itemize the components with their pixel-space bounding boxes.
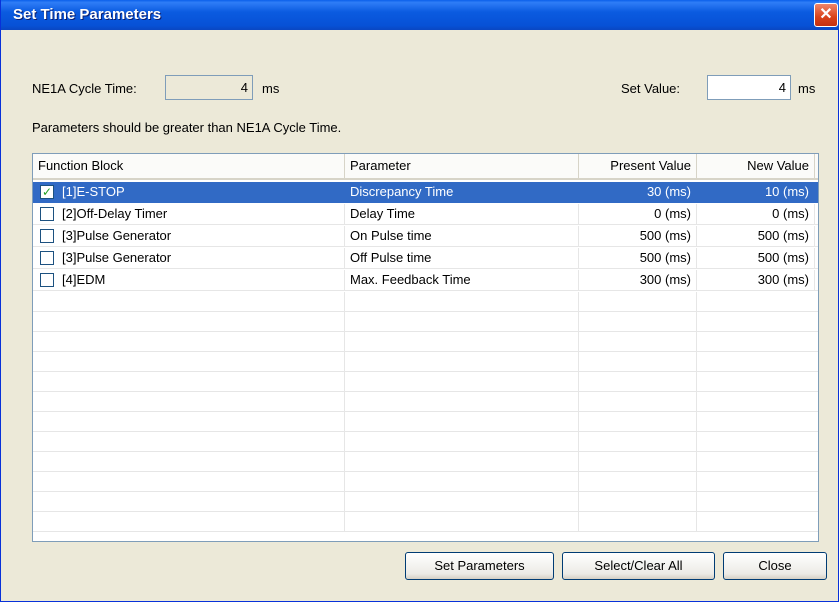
grid-divider (344, 492, 345, 512)
table-row[interactable]: [3]Pulse Generator On Pulse time 500 (ms… (33, 226, 818, 247)
function-block-cell: [3]Pulse Generator (33, 248, 345, 268)
parameter-table[interactable]: Function Block Parameter Present Value N… (32, 153, 819, 542)
dialog-window: Set Time Parameters ✕ NE1A Cycle Time: 4… (0, 0, 839, 602)
table-row[interactable]: [4]EDM Max. Feedback Time 300 (ms) 300 (… (33, 270, 818, 291)
grid-divider (578, 492, 579, 512)
title-bar[interactable]: Set Time Parameters ✕ (1, 0, 839, 30)
grid-divider (578, 292, 579, 312)
new-value-cell[interactable]: 300 (ms) (697, 270, 815, 290)
grid-divider (696, 472, 697, 492)
grid-divider (344, 452, 345, 472)
grid-divider (696, 492, 697, 512)
function-block-cell: [3]Pulse Generator (33, 226, 345, 246)
row-checkbox[interactable] (40, 207, 54, 221)
set-value-label: Set Value: (621, 81, 681, 96)
new-value-cell[interactable]: 500 (ms) (697, 226, 815, 246)
table-row[interactable]: [2]Off-Delay Timer Delay Time 0 (ms) 0 (… (33, 204, 818, 225)
grid-divider (578, 392, 579, 412)
grid-divider (578, 312, 579, 332)
column-header-present-value[interactable]: Present Value (579, 154, 697, 178)
grid-divider (696, 352, 697, 372)
present-value-cell: 500 (ms) (579, 226, 697, 246)
cycle-time-unit: ms (262, 81, 280, 96)
grid-divider (578, 512, 579, 532)
grid-divider (344, 332, 345, 352)
parameter-cell: Max. Feedback Time (345, 270, 579, 290)
empty-row (33, 412, 818, 432)
cycle-time-field: 4 (165, 75, 253, 100)
grid-divider (578, 352, 579, 372)
parameter-cell: Off Pulse time (345, 248, 579, 268)
column-header-parameter[interactable]: Parameter (345, 154, 579, 178)
grid-divider (696, 412, 697, 432)
grid-divider (578, 432, 579, 452)
parameter-cell: Delay Time (345, 204, 579, 224)
new-value-cell[interactable]: 10 (ms) (697, 182, 815, 202)
grid-divider (344, 512, 345, 532)
grid-divider (344, 432, 345, 452)
set-value-unit: ms (798, 81, 816, 96)
grid-divider (696, 332, 697, 352)
empty-row (33, 292, 818, 312)
grid-divider (578, 372, 579, 392)
empty-row (33, 472, 818, 492)
empty-row (33, 492, 818, 512)
function-block-cell: [4]EDM (33, 270, 345, 290)
grid-divider (344, 352, 345, 372)
close-icon[interactable]: ✕ (814, 3, 838, 27)
empty-row (33, 392, 818, 412)
set-parameters-button[interactable]: Set Parameters (405, 552, 554, 580)
empty-row (33, 312, 818, 332)
grid-divider (696, 512, 697, 532)
present-value-cell: 30 (ms) (579, 182, 697, 202)
function-block-cell: [2]Off-Delay Timer (33, 204, 345, 224)
parameter-cell: On Pulse time (345, 226, 579, 246)
present-value-cell: 300 (ms) (579, 270, 697, 290)
table-header: Function Block Parameter Present Value N… (33, 154, 818, 180)
empty-row (33, 372, 818, 392)
grid-divider (578, 412, 579, 432)
row-checkbox[interactable] (40, 229, 54, 243)
note-text: Parameters should be greater than NE1A C… (32, 120, 342, 135)
grid-divider (344, 412, 345, 432)
empty-row (33, 352, 818, 372)
set-value-input[interactable]: 4 (707, 75, 791, 100)
grid-divider (696, 432, 697, 452)
present-value-cell: 0 (ms) (579, 204, 697, 224)
cycle-time-label: NE1A Cycle Time: (32, 81, 137, 96)
dialog-title: Set Time Parameters (13, 6, 162, 23)
row-checkbox[interactable] (40, 273, 54, 287)
grid-divider (696, 392, 697, 412)
row-checkbox[interactable] (40, 251, 54, 265)
grid-divider (696, 312, 697, 332)
grid-divider (344, 472, 345, 492)
grid-divider (344, 392, 345, 412)
row-checkbox[interactable]: ✓ (40, 185, 54, 199)
grid-divider (696, 292, 697, 312)
column-header-new-value[interactable]: New Value (697, 154, 815, 178)
parameter-cell: Discrepancy Time (345, 182, 579, 202)
grid-divider (344, 312, 345, 332)
empty-row (33, 432, 818, 452)
table-row[interactable]: [3]Pulse Generator Off Pulse time 500 (m… (33, 248, 818, 269)
grid-divider (578, 332, 579, 352)
new-value-cell[interactable]: 500 (ms) (697, 248, 815, 268)
column-header-function-block[interactable]: Function Block (33, 154, 345, 178)
grid-divider (696, 452, 697, 472)
close-button[interactable]: Close (723, 552, 827, 580)
empty-row (33, 512, 818, 532)
function-block-cell: [1]E-STOP (33, 182, 345, 202)
grid-divider (344, 372, 345, 392)
grid-divider (344, 292, 345, 312)
empty-row (33, 452, 818, 472)
table-row[interactable]: [1]E-STOP ✓ Discrepancy Time 30 (ms) 10 … (33, 182, 818, 203)
new-value-cell[interactable]: 0 (ms) (697, 204, 815, 224)
select-clear-all-button[interactable]: Select/Clear All (562, 552, 715, 580)
grid-divider (696, 372, 697, 392)
grid-divider (578, 472, 579, 492)
empty-row (33, 332, 818, 352)
present-value-cell: 500 (ms) (579, 248, 697, 268)
grid-divider (578, 452, 579, 472)
